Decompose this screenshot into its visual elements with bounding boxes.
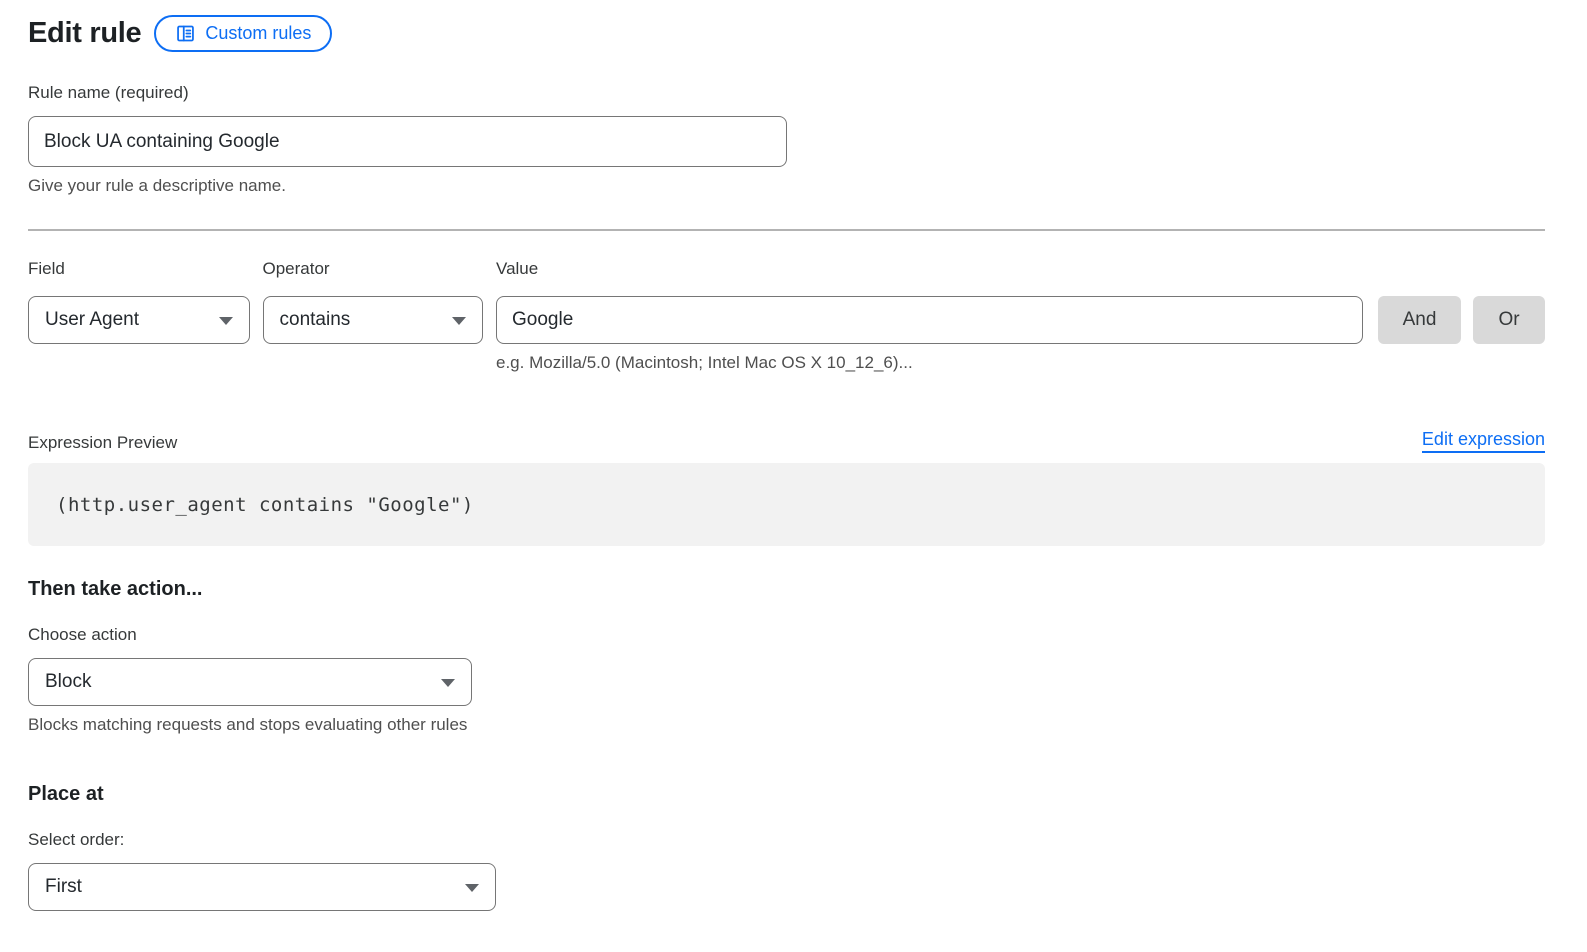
book-icon (175, 23, 196, 44)
chevron-down-icon (452, 317, 466, 325)
section-divider (28, 229, 1545, 231)
action-section-heading: Then take action... (28, 578, 1545, 601)
expression-code: (http.user_agent contains "Google") (56, 494, 474, 516)
expression-code-block: (http.user_agent contains "Google") (28, 463, 1545, 546)
action-help: Blocks matching requests and stops evalu… (28, 715, 1545, 735)
action-select[interactable]: Block (28, 658, 472, 706)
expression-preview-header: Expression Preview Edit expression (28, 429, 1545, 453)
value-input[interactable] (496, 296, 1363, 344)
order-select[interactable]: First (28, 863, 496, 911)
operator-select-value: contains (280, 309, 351, 331)
chevron-down-icon (219, 317, 233, 325)
value-column: Value e.g. Mozilla/5.0 (Macintosh; Intel… (496, 259, 1363, 373)
custom-rules-badge[interactable]: Custom rules (154, 15, 332, 52)
operator-label: Operator (263, 259, 484, 279)
select-order-label: Select order: (28, 830, 1545, 850)
edit-rule-page: Edit rule Custom rules Rule name (requir… (0, 0, 1587, 911)
place-at-heading: Place at (28, 783, 1545, 806)
operator-select[interactable]: contains (263, 296, 484, 344)
and-button[interactable]: And (1378, 296, 1461, 344)
value-label: Value (496, 259, 1363, 279)
page-header: Edit rule Custom rules (28, 15, 1545, 52)
field-label: Field (28, 259, 250, 279)
or-button[interactable]: Or (1473, 296, 1545, 344)
order-select-value: First (45, 876, 82, 898)
operator-column: Operator contains (263, 259, 484, 373)
field-column: Field User Agent (28, 259, 250, 373)
choose-action-label: Choose action (28, 625, 1545, 645)
condition-row: Field User Agent Operator contains Value… (28, 259, 1545, 373)
field-select-value: User Agent (45, 309, 139, 331)
field-select[interactable]: User Agent (28, 296, 250, 344)
page-title: Edit rule (28, 17, 141, 50)
logic-buttons: And Or (1378, 259, 1545, 373)
expression-preview-label: Expression Preview (28, 433, 177, 453)
rule-name-label: Rule name (required) (28, 83, 1545, 103)
rule-name-input[interactable] (28, 116, 787, 167)
chevron-down-icon (441, 679, 455, 687)
chevron-down-icon (465, 884, 479, 892)
custom-rules-badge-label: Custom rules (205, 23, 311, 44)
edit-expression-link[interactable]: Edit expression (1422, 429, 1545, 453)
value-help: e.g. Mozilla/5.0 (Macintosh; Intel Mac O… (496, 353, 1363, 373)
action-select-value: Block (45, 671, 91, 693)
rule-name-help: Give your rule a descriptive name. (28, 176, 1545, 196)
